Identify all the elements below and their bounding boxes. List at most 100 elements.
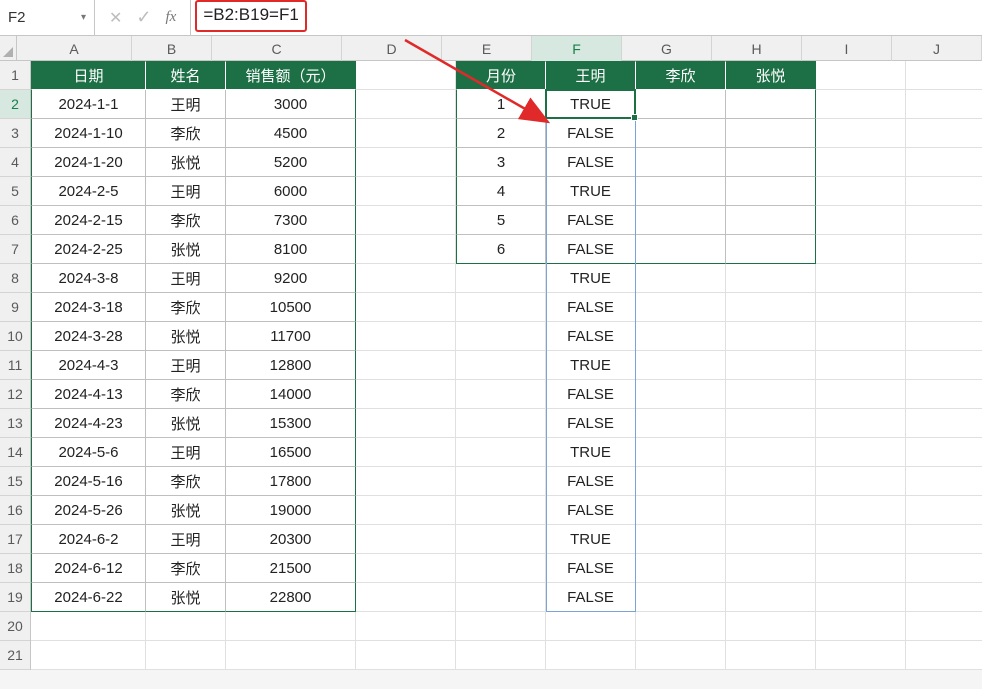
cell-F2[interactable]: TRUE: [546, 90, 636, 119]
cell-C5[interactable]: 6000: [226, 177, 356, 206]
cell-D12[interactable]: [356, 380, 456, 409]
cell-H12[interactable]: [726, 380, 816, 409]
cell-A13[interactable]: 2024-4-23: [31, 409, 146, 438]
row-header-8[interactable]: 8: [0, 264, 30, 293]
column-header-C[interactable]: C: [212, 36, 342, 61]
cell-F15[interactable]: FALSE: [546, 467, 636, 496]
cell-D17[interactable]: [356, 525, 456, 554]
cell-E20[interactable]: [456, 612, 546, 641]
row-header-2[interactable]: 2: [0, 90, 30, 119]
cell-F3[interactable]: FALSE: [546, 119, 636, 148]
cell-G7[interactable]: [636, 235, 726, 264]
row-header-16[interactable]: 16: [0, 496, 30, 525]
cell-B21[interactable]: [146, 641, 226, 670]
row-header-15[interactable]: 15: [0, 467, 30, 496]
cell-D10[interactable]: [356, 322, 456, 351]
cell-A16[interactable]: 2024-5-26: [31, 496, 146, 525]
cell-J13[interactable]: [906, 409, 982, 438]
cell-G10[interactable]: [636, 322, 726, 351]
cell-C3[interactable]: 4500: [226, 119, 356, 148]
cell-H13[interactable]: [726, 409, 816, 438]
cell-D11[interactable]: [356, 351, 456, 380]
cell-G20[interactable]: [636, 612, 726, 641]
cell-F11[interactable]: TRUE: [546, 351, 636, 380]
cell-G3[interactable]: [636, 119, 726, 148]
cell-H4[interactable]: [726, 148, 816, 177]
cell-D16[interactable]: [356, 496, 456, 525]
cell-C11[interactable]: 12800: [226, 351, 356, 380]
name-box-dropdown-icon[interactable]: ▾: [81, 12, 86, 23]
cell-C9[interactable]: 10500: [226, 293, 356, 322]
cell-A21[interactable]: [31, 641, 146, 670]
cell-J17[interactable]: [906, 525, 982, 554]
cell-B11[interactable]: 王明: [146, 351, 226, 380]
cell-A20[interactable]: [31, 612, 146, 641]
cell-I1[interactable]: [816, 61, 906, 90]
cell-A12[interactable]: 2024-4-13: [31, 380, 146, 409]
cell-I13[interactable]: [816, 409, 906, 438]
cell-C8[interactable]: 9200: [226, 264, 356, 293]
cell-B6[interactable]: 李欣: [146, 206, 226, 235]
cell-A15[interactable]: 2024-5-16: [31, 467, 146, 496]
row-header-20[interactable]: 20: [0, 612, 30, 641]
cell-I18[interactable]: [816, 554, 906, 583]
cell-C2[interactable]: 3000: [226, 90, 356, 119]
cell-J16[interactable]: [906, 496, 982, 525]
cell-B16[interactable]: 张悦: [146, 496, 226, 525]
cell-H16[interactable]: [726, 496, 816, 525]
cell-B12[interactable]: 李欣: [146, 380, 226, 409]
column-header-I[interactable]: I: [802, 36, 892, 61]
cell-E5[interactable]: 4: [456, 177, 546, 206]
cell-H3[interactable]: [726, 119, 816, 148]
cell-I16[interactable]: [816, 496, 906, 525]
row-header-1[interactable]: 1: [0, 61, 30, 90]
row-header-4[interactable]: 4: [0, 148, 30, 177]
fx-icon[interactable]: fx: [166, 9, 177, 26]
cell-F12[interactable]: FALSE: [546, 380, 636, 409]
cell-F4[interactable]: FALSE: [546, 148, 636, 177]
cell-I6[interactable]: [816, 206, 906, 235]
cell-A4[interactable]: 2024-1-20: [31, 148, 146, 177]
cell-F5[interactable]: TRUE: [546, 177, 636, 206]
cell-G5[interactable]: [636, 177, 726, 206]
cell-J2[interactable]: [906, 90, 982, 119]
cell-J10[interactable]: [906, 322, 982, 351]
cell-F17[interactable]: TRUE: [546, 525, 636, 554]
cell-G15[interactable]: [636, 467, 726, 496]
cell-D2[interactable]: [356, 90, 456, 119]
cell-H11[interactable]: [726, 351, 816, 380]
cell-D15[interactable]: [356, 467, 456, 496]
row-header-10[interactable]: 10: [0, 322, 30, 351]
cell-A9[interactable]: 2024-3-18: [31, 293, 146, 322]
cell-J11[interactable]: [906, 351, 982, 380]
cell-F9[interactable]: FALSE: [546, 293, 636, 322]
cell-F6[interactable]: FALSE: [546, 206, 636, 235]
column-header-H[interactable]: H: [712, 36, 802, 61]
cell-B13[interactable]: 张悦: [146, 409, 226, 438]
cell-B20[interactable]: [146, 612, 226, 641]
cell-D3[interactable]: [356, 119, 456, 148]
column-header-A[interactable]: A: [17, 36, 132, 61]
cell-A5[interactable]: 2024-2-5: [31, 177, 146, 206]
cell-G16[interactable]: [636, 496, 726, 525]
cell-D20[interactable]: [356, 612, 456, 641]
cell-C4[interactable]: 5200: [226, 148, 356, 177]
cell-E15[interactable]: [456, 467, 546, 496]
cell-E3[interactable]: 2: [456, 119, 546, 148]
cell-J18[interactable]: [906, 554, 982, 583]
cell-A3[interactable]: 2024-1-10: [31, 119, 146, 148]
cell-C10[interactable]: 11700: [226, 322, 356, 351]
cell-H14[interactable]: [726, 438, 816, 467]
cell-H9[interactable]: [726, 293, 816, 322]
cell-B15[interactable]: 李欣: [146, 467, 226, 496]
cell-A1[interactable]: 日期: [31, 61, 146, 90]
cell-J21[interactable]: [906, 641, 982, 670]
cell-I4[interactable]: [816, 148, 906, 177]
cell-B17[interactable]: 王明: [146, 525, 226, 554]
cell-C15[interactable]: 17800: [226, 467, 356, 496]
cell-C18[interactable]: 21500: [226, 554, 356, 583]
cell-H7[interactable]: [726, 235, 816, 264]
cell-J19[interactable]: [906, 583, 982, 612]
column-header-J[interactable]: J: [892, 36, 982, 61]
row-header-9[interactable]: 9: [0, 293, 30, 322]
